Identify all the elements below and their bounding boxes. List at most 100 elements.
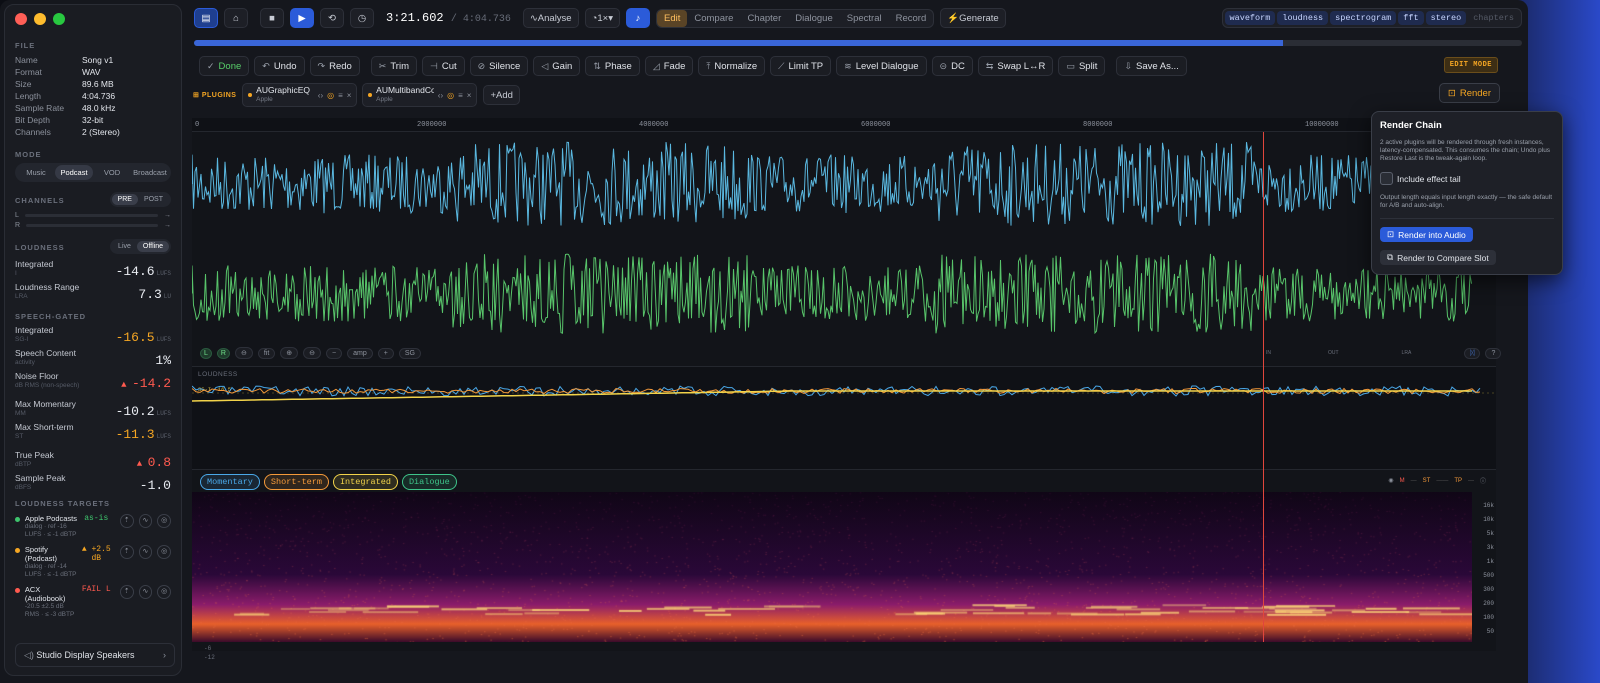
chevron-icon[interactable]: ‹› [318,91,323,100]
spectrogram[interactable] [192,492,1472,642]
phase-button[interactable]: ⇅ Phase [585,56,640,76]
settings-icon[interactable]: ◎ [327,91,334,100]
tab-edit[interactable]: Edit [656,9,688,27]
waveform-icon[interactable]: ∿ [138,545,153,559]
redo-button[interactable]: ↷ Redo [309,56,360,76]
playhead[interactable] [1263,132,1264,642]
view-toggle-chapters[interactable]: chapters [1468,11,1519,25]
waveform-right-channel[interactable] [192,246,1472,341]
view-toggle-stereo[interactable]: stereo [1425,11,1467,25]
meter-chip-dialogue[interactable]: Dialogue [401,474,457,490]
mode-selector[interactable]: Music Podcast VOD Broadcast [15,163,171,182]
right-channel-toggle[interactable]: R [216,347,230,359]
close-window-button[interactable] [15,13,27,25]
help-icon[interactable]: ⓘ [1480,476,1486,485]
zoom-out-icon[interactable]: ⊖ [234,347,253,359]
add-plugin-button[interactable]: + Add [483,85,520,105]
live-option[interactable]: Live [112,241,137,252]
tab-record[interactable]: Record [889,10,934,27]
pre-post-toggle[interactable]: PRE POST [109,192,171,207]
output-device-selector[interactable]: ◁) Studio Display Speakers › [15,643,175,667]
amp-up-button[interactable]: + [377,347,394,359]
live-offline-toggle[interactable]: Live Offline [110,239,171,254]
save-as--button[interactable]: ⇩ Save As... [1116,56,1187,76]
zoom-reset-icon[interactable]: ⊖ [303,347,322,359]
tab-dialogue[interactable]: Dialogue [788,10,840,27]
export-icon[interactable]: ⇡ [119,514,134,528]
include-tail-checkbox[interactable]: Include effect tail [1380,172,1554,185]
settings-icon[interactable]: ◎ [157,545,172,559]
cut-button[interactable]: ⊣ Cut [421,56,465,76]
render-into-audio-button[interactable]: ⊡ Render into Audio [1380,227,1473,242]
mode-option-music[interactable]: Music [17,165,55,180]
waveform-settings-icon[interactable]: ᛞ [1464,347,1481,359]
workspace-mode-tabs[interactable]: Edit Compare Chapter Dialogue Spectral Record [655,8,935,28]
normalize-button[interactable]: ⤒ Normalize [698,56,766,76]
tab-compare[interactable]: Compare [687,10,740,27]
done-button[interactable]: ✓ Done [199,56,250,76]
loudness-panel[interactable]: LOUDNESS SG-I -16.5 [192,366,1496,470]
close-icon[interactable]: × [467,91,472,100]
timeline-ruler[interactable]: 0 2000000 4000000 6000000 8000000 10000000 [192,118,1496,132]
undo-button[interactable]: ↶ Undo [254,56,305,76]
metronome-icon[interactable]: ♪ [625,8,650,28]
list-icon[interactable]: ≡ [458,91,463,100]
sg-button[interactable]: SG [398,347,421,359]
trim-button[interactable]: ✂ Trim [370,56,417,76]
plugin-slot[interactable]: AUGraphicEQ Apple ‹› ◎ ≡ × [242,83,358,107]
help-icon[interactable]: ? [1485,347,1502,359]
speed-select[interactable]: ◔ 1× ▾ [584,8,620,28]
mode-option-podcast[interactable]: Podcast [55,165,93,180]
fit-button[interactable]: fit [257,347,276,359]
mode-option-vod[interactable]: VOD [93,165,131,180]
settings-icon[interactable]: ◎ [157,585,172,599]
meter-chip-short-term[interactable]: Short-term [263,474,329,490]
eye-icon[interactable]: ◉ [1388,477,1393,484]
tab-chapter[interactable]: Chapter [740,10,788,27]
post-option[interactable]: POST [138,194,169,205]
playback-progress[interactable] [194,40,1522,46]
export-icon[interactable]: ⇡ [119,585,134,599]
chevron-icon[interactable]: ‹› [438,91,443,100]
waveform-left-channel[interactable] [192,134,1472,234]
view-toggle-spectrogram[interactable]: spectrogram [1330,11,1397,25]
close-icon[interactable]: × [347,91,352,100]
generate-button[interactable]: ⚡ Generate [940,8,1006,28]
fade-button[interactable]: ◿ Fade [644,56,694,76]
pre-option[interactable]: PRE [111,194,138,205]
level-dialogue-button[interactable]: ≋ Level Dialogue [836,56,927,76]
mode-option-broadcast[interactable]: Broadcast [131,165,169,180]
render-to-compare-button[interactable]: ⧉ Render to Compare Slot [1380,250,1496,265]
dc-button[interactable]: ⊝ DC [931,56,973,76]
settings-icon[interactable]: ◎ [157,514,172,528]
meter-chip-integrated[interactable]: Integrated [332,474,398,490]
gain-button[interactable]: ◁ Gain [533,56,581,76]
history-icon[interactable]: ◷ [350,8,374,28]
play-icon[interactable]: ▶ [290,8,314,28]
view-toggle-fft[interactable]: fft [1398,11,1424,25]
sidebar-toggle-icon[interactable]: ▤ [194,8,218,28]
loop-icon[interactable]: ⟲ [320,8,344,28]
stop-icon[interactable]: ■ [260,8,284,28]
waveform-icon[interactable]: ∿ [138,585,153,599]
plugin-slot[interactable]: AUMultibandCom...Apple ‹› ◎ ≡ × [362,83,478,107]
meter-chip-momentary[interactable]: Momentary [200,474,260,490]
zoom-window-button[interactable] [53,13,65,25]
render-button[interactable]: ⊡ Render [1438,83,1500,103]
open-folder-icon[interactable]: ⌂ [224,8,248,28]
amp-down-button[interactable]: − [326,347,343,359]
view-toggle-loudness[interactable]: loudness [1277,11,1329,25]
waveform-icon[interactable]: ∿ [138,514,153,528]
checkbox-icon[interactable] [1380,172,1393,185]
silence-button[interactable]: ⊘ Silence [469,56,529,76]
limit-tp-button[interactable]: ⟋ Limit TP [770,56,832,76]
list-icon[interactable]: ≡ [338,91,343,100]
settings-icon[interactable]: ◎ [447,91,454,100]
view-toggle-waveform[interactable]: waveform [1224,11,1276,25]
swap-l-r-button[interactable]: ⇆ Swap L↔R [977,56,1054,76]
tab-spectral[interactable]: Spectral [840,10,889,27]
analyse-button[interactable]: ∿ Analyse [522,8,579,28]
view-toggles[interactable]: waveform loudness spectrogram fft stereo chap… [1221,8,1522,28]
left-channel-toggle[interactable]: L [200,347,212,359]
zoom-in-icon[interactable]: ⊕ [280,347,299,359]
